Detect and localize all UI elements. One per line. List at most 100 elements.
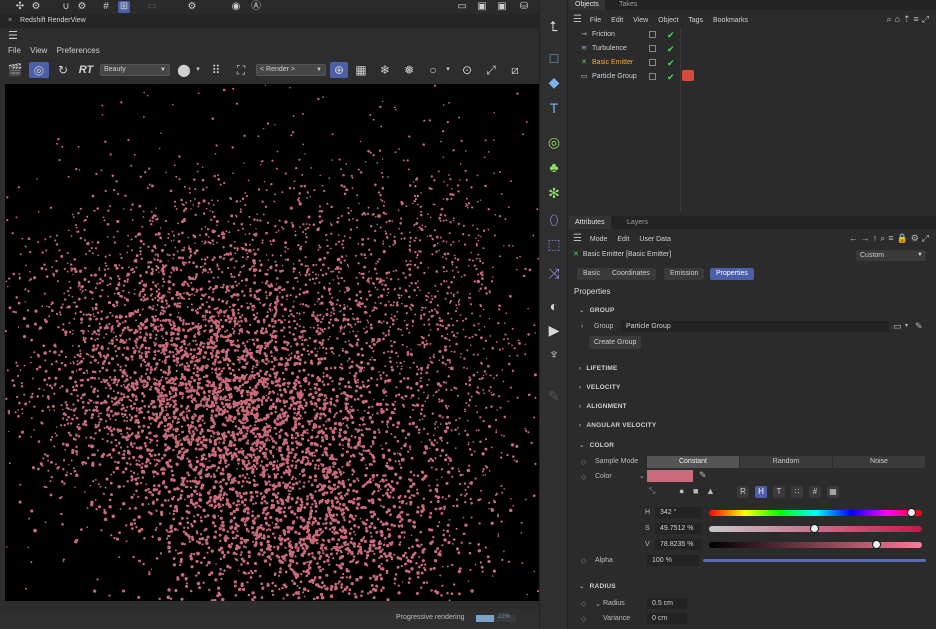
hamburger-menu-icon[interactable]: ☰ (573, 14, 582, 25)
snowflake-icon[interactable]: ❄ (376, 62, 394, 78)
tab-coordinates[interactable]: Coordinates (606, 268, 656, 280)
render-view-icon[interactable]: ▭ (456, 1, 468, 13)
cube-icon[interactable]: ◆ (544, 72, 564, 92)
aov-select[interactable]: Beauty ▼ (100, 64, 170, 76)
refresh-icon[interactable]: ↻ (55, 62, 71, 78)
menu-preferences[interactable]: Preferences (57, 46, 100, 55)
keyframe-diamond-icon[interactable]: ◇ (581, 615, 586, 623)
alpha-slider[interactable] (703, 559, 926, 562)
color-display-icon[interactable]: ⬤ (175, 62, 193, 78)
render-to-picture-viewer-icon[interactable]: ▣ (496, 1, 508, 13)
generator-icon[interactable]: ◎ (544, 132, 564, 152)
enabled-check-icon[interactable]: ✔ (667, 43, 675, 55)
value-slider[interactable] (709, 540, 922, 549)
color-mode-hex[interactable]: # (809, 486, 821, 498)
magnet-icon[interactable]: ∪ (60, 1, 72, 13)
enabled-check-icon[interactable]: ✔ (667, 29, 675, 41)
render-camera-select[interactable]: < Render > ▼ (256, 64, 326, 76)
menu-edit[interactable]: Edit (617, 236, 629, 243)
close-icon[interactable]: × (8, 17, 12, 24)
tab-emission[interactable]: Emission (664, 268, 705, 280)
tab-layers[interactable]: Layers (621, 216, 654, 229)
color-wheel-icon[interactable]: ● (679, 486, 684, 496)
color-square-icon[interactable]: ■ (693, 486, 698, 496)
keyframe-diamond-icon[interactable]: ◇ (581, 458, 586, 466)
group-link-field[interactable]: Particle Group (621, 321, 889, 332)
coordinate-system-icon[interactable]: ⮤ (544, 16, 564, 36)
menu-object[interactable]: Object (658, 17, 678, 24)
saturation-field[interactable]: 49.7512 % (655, 523, 701, 534)
image-picker-icon[interactable]: ▲ (706, 486, 715, 496)
enabled-check-icon[interactable]: ✔ (667, 57, 675, 69)
render-canvas[interactable] (5, 84, 539, 601)
text-icon[interactable]: T (544, 98, 564, 118)
alpha-field[interactable]: 100 % (647, 555, 699, 566)
visibility-toggle[interactable] (649, 45, 656, 52)
hue-field[interactable]: 342 ° (655, 507, 701, 518)
keyframe-diamond-icon[interactable]: ◇ (581, 557, 586, 565)
workplane-icon[interactable]: ⊞ (118, 1, 130, 13)
rectangle-spline-icon[interactable]: □ (544, 48, 564, 68)
menu-edit[interactable]: Edit (611, 17, 623, 24)
tab-properties[interactable]: Properties (710, 268, 754, 280)
zoom-fit-icon[interactable]: ⊕ (330, 62, 348, 78)
create-group-button[interactable]: Create Group (589, 336, 642, 349)
sample-mode-noise[interactable]: Noise (833, 456, 925, 468)
object-row-friction[interactable]: ⇝ Friction ✔ (579, 29, 709, 41)
snowflake-freeze-icon[interactable]: ❅ (400, 62, 418, 78)
collapse-arrows-icon[interactable]: ⤡ (649, 486, 655, 496)
tab-attributes[interactable]: Attributes (569, 216, 611, 229)
keyframe-diamond-icon[interactable]: ◇ (581, 600, 586, 608)
color-mode-temperature[interactable]: T (773, 486, 785, 498)
render-settings-cylinder-icon[interactable]: ⛁ (518, 1, 530, 13)
keyframe-diamond-icon[interactable]: ◇ (581, 473, 586, 481)
spline-tool-icon[interactable]: ⤨ (544, 263, 564, 283)
enabled-check-icon[interactable]: ✔ (667, 71, 675, 83)
menu-bookmarks[interactable]: Bookmarks (713, 17, 748, 24)
render-queue-icon[interactable]: ▣ (476, 1, 488, 13)
rt-toggle-button[interactable]: RT (77, 62, 95, 78)
chevron-down-icon[interactable]: ⌄ (639, 472, 645, 480)
clapper-icon[interactable]: 🎬 (7, 62, 23, 78)
color-mode-hsv[interactable]: H (755, 486, 767, 498)
expand-icon[interactable]: ⤢ (922, 14, 932, 24)
menu-tags[interactable]: Tags (688, 17, 703, 24)
deformer-icon[interactable]: ✻ (544, 183, 564, 203)
circle-icon[interactable]: ○ (424, 62, 442, 78)
expand-icon[interactable]: ⤢ (482, 62, 500, 78)
visibility-toggle[interactable] (649, 31, 656, 38)
hue-slider-knob[interactable] (906, 508, 916, 517)
chevron-down-icon[interactable]: ▾ (194, 62, 202, 78)
color-mode-mixing[interactable]: ∷ (791, 486, 803, 498)
saturation-slider[interactable] (709, 524, 922, 533)
folder-icon[interactable]: ▭ (893, 321, 902, 332)
tab-objects[interactable]: Objects (569, 0, 605, 10)
menu-mode[interactable]: Mode (590, 236, 608, 243)
snap-settings-icon[interactable]: ⚙ (76, 1, 88, 13)
eyedropper-icon[interactable]: ✎ (699, 470, 707, 481)
pick-pencil-icon[interactable]: ✎ (915, 321, 923, 332)
back-arrow-icon[interactable]: ← (849, 233, 861, 243)
grid-snap-icon[interactable]: # (100, 1, 112, 13)
chevron-down-icon[interactable]: ⌄ (595, 600, 601, 608)
group-header-color[interactable]: ⌄ COLOR (579, 441, 614, 449)
lock-icon[interactable]: 🔒 (897, 233, 911, 243)
crop-icon[interactable]: ⛶ (232, 62, 250, 78)
saturation-slider-knob[interactable] (810, 524, 820, 533)
value-slider-knob[interactable] (872, 540, 882, 549)
grid-dots-icon[interactable]: ⠿ (208, 62, 224, 78)
scene-icon[interactable]: ⬚ (544, 234, 564, 254)
visibility-toggle[interactable] (649, 59, 656, 66)
group-header-alignment[interactable]: › ALIGNMENT (579, 403, 627, 410)
group-header-radius[interactable]: ⌄ RADIUS (579, 582, 616, 590)
menu-file[interactable]: File (590, 17, 601, 24)
hamburger-menu-icon[interactable]: ☰ (0, 28, 539, 44)
light-icon[interactable]: ♆ (544, 344, 564, 364)
radius-field[interactable]: 0.5 cm (647, 598, 687, 609)
forward-arrow-icon[interactable]: → (861, 233, 873, 243)
group-header-angular-velocity[interactable]: › ANGULAR VELOCITY (579, 422, 656, 429)
group-header-lifetime[interactable]: › LIFETIME (579, 365, 618, 372)
tab-takes[interactable]: Takes (613, 0, 643, 10)
camera-icon[interactable]: ▶ (544, 320, 564, 340)
tab-basic[interactable]: Basic (577, 268, 607, 280)
